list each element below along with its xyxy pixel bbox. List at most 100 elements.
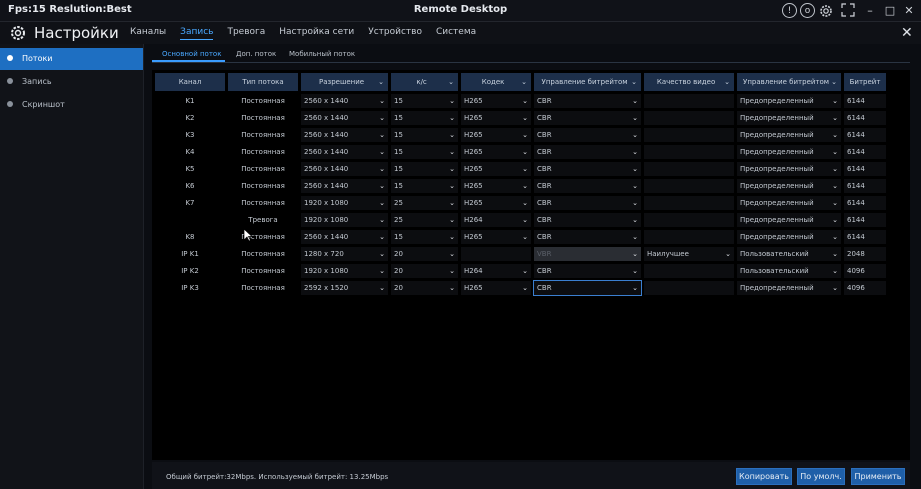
cell-fps[interactable]: 20 ⌄ xyxy=(391,264,458,278)
cell-bitrate-mode[interactable]: Предопределенный ⌄ xyxy=(737,281,841,295)
tab-substream[interactable]: Доп. поток xyxy=(236,50,276,58)
cell-fps[interactable]: 15 ⌄ xyxy=(391,128,458,142)
cell-fps[interactable]: 25 ⌄ xyxy=(391,196,458,210)
cell-bitrate-ctrl[interactable]: CBR ⌄ xyxy=(534,111,641,125)
cell-resolution[interactable]: 2560 x 1440 ⌄ xyxy=(301,94,388,108)
cell-bitrate-mode[interactable]: Предопределенный ⌄ xyxy=(737,162,841,176)
col-resolution[interactable]: Разрешение ⌄ xyxy=(301,73,388,91)
cell-bitrate-ctrl[interactable]: CBR ⌄ xyxy=(533,280,642,296)
cell-bitrate-mode[interactable]: Предопределенный ⌄ xyxy=(737,128,841,142)
minimize-icon[interactable]: – xyxy=(862,3,878,19)
nav-record[interactable]: Запись xyxy=(180,27,214,40)
settings-gear-icon[interactable] xyxy=(818,3,834,19)
maximize-icon[interactable]: □ xyxy=(882,3,898,19)
nav-system[interactable]: Система xyxy=(436,27,476,40)
cell-resolution[interactable]: 2560 x 1440 ⌄ xyxy=(301,128,388,142)
cell-resolution[interactable]: 1920 x 1080 ⌄ xyxy=(301,264,388,278)
cell-codec[interactable]: H264 ⌄ xyxy=(461,264,531,278)
cell-bitrate[interactable]: 6144 xyxy=(844,230,886,244)
cell-bitrate-mode[interactable]: Предопределенный ⌄ xyxy=(737,145,841,159)
cell-fps[interactable]: 15 ⌄ xyxy=(391,162,458,176)
cell-codec[interactable]: H265 ⌄ xyxy=(461,94,531,108)
cell-bitrate-mode[interactable]: Пользовательский ⌄ xyxy=(737,247,841,261)
cell-codec[interactable]: H265 ⌄ xyxy=(461,281,531,295)
nav-device[interactable]: Устройство xyxy=(368,27,422,40)
cell-resolution[interactable]: 2592 x 1520 ⌄ xyxy=(301,281,388,295)
col-bitrate-control[interactable]: Управление битрейтом ⌄ xyxy=(534,73,641,91)
cell-bitrate[interactable]: 6144 xyxy=(844,94,886,108)
cell-codec[interactable]: H264 ⌄ xyxy=(461,213,531,227)
cell-bitrate[interactable]: 6144 xyxy=(844,213,886,227)
cell-fps[interactable]: 20 ⌄ xyxy=(391,281,458,295)
cell-codec[interactable]: H265 ⌄ xyxy=(461,196,531,210)
cell-bitrate-mode[interactable]: Предопределенный ⌄ xyxy=(737,213,841,227)
cell-bitrate-ctrl[interactable]: CBR ⌄ xyxy=(534,213,641,227)
cell-bitrate-mode[interactable]: Предопределенный ⌄ xyxy=(737,196,841,210)
tab-mainstream[interactable]: Основной поток xyxy=(162,50,221,58)
cell-fps[interactable]: 15 ⌄ xyxy=(391,94,458,108)
apply-button[interactable]: Применить xyxy=(851,468,905,485)
cell-bitrate-mode[interactable]: Предопределенный ⌄ xyxy=(737,179,841,193)
cell-bitrate[interactable]: 6144 xyxy=(844,196,886,210)
cell-codec[interactable]: H265 ⌄ xyxy=(461,111,531,125)
cell-resolution[interactable]: 1920 x 1080 ⌄ xyxy=(301,213,388,227)
cell-bitrate[interactable]: 6144 xyxy=(844,179,886,193)
cell-codec[interactable]: H265 ⌄ xyxy=(461,162,531,176)
cell-fps[interactable]: 15 ⌄ xyxy=(391,179,458,193)
keyboard-icon[interactable]: o xyxy=(800,3,815,18)
cell-bitrate-ctrl[interactable]: CBR ⌄ xyxy=(534,162,641,176)
cell-bitrate-ctrl[interactable]: CBR ⌄ xyxy=(534,196,641,210)
sidebar-item-snapshot[interactable]: Скриншот xyxy=(0,94,143,116)
default-button[interactable]: По умолч. xyxy=(797,468,845,485)
tab-mobile-stream[interactable]: Мобильный поток xyxy=(289,50,355,58)
cell-bitrate-ctrl[interactable]: VBR ⌄ xyxy=(534,247,641,261)
cell-resolution[interactable]: 2560 x 1440 ⌄ xyxy=(301,230,388,244)
cell-bitrate-ctrl[interactable]: CBR ⌄ xyxy=(534,128,641,142)
cell-bitrate-ctrl[interactable]: CBR ⌄ xyxy=(534,145,641,159)
cell-fps[interactable]: 20 ⌄ xyxy=(391,247,458,261)
nav-alarm[interactable]: Тревога xyxy=(227,27,265,40)
cell-fps[interactable]: 15 ⌄ xyxy=(391,230,458,244)
cell-bitrate-ctrl[interactable]: CBR ⌄ xyxy=(534,94,641,108)
cell-resolution[interactable]: 2560 x 1440 ⌄ xyxy=(301,162,388,176)
cell-bitrate-mode[interactable]: Предопределенный ⌄ xyxy=(737,230,841,244)
cell-fps[interactable]: 15 ⌄ xyxy=(391,145,458,159)
cell-bitrate[interactable]: 6144 xyxy=(844,111,886,125)
cell-fps[interactable]: 15 ⌄ xyxy=(391,111,458,125)
cell-bitrate[interactable]: 6144 xyxy=(844,145,886,159)
cell-codec[interactable]: H265 ⌄ xyxy=(461,145,531,159)
info-icon[interactable]: ! xyxy=(782,3,797,18)
cell-codec[interactable]: H265 ⌄ xyxy=(461,128,531,142)
cell-codec[interactable]: H265 ⌄ xyxy=(461,179,531,193)
cell-bitrate-ctrl[interactable]: CBR ⌄ xyxy=(534,179,641,193)
window-close-icon[interactable]: ✕ xyxy=(901,3,917,19)
cell-resolution[interactable]: 2560 x 1440 ⌄ xyxy=(301,111,388,125)
fullscreen-icon[interactable] xyxy=(840,3,856,19)
cell-resolution[interactable]: 1920 x 1080 ⌄ xyxy=(301,196,388,210)
cell-bitrate[interactable]: 4096 xyxy=(844,264,886,278)
cell-bitrate[interactable]: 2048 xyxy=(844,247,886,261)
cell-resolution[interactable]: 2560 x 1440 ⌄ xyxy=(301,179,388,193)
cell-bitrate[interactable]: 6144 xyxy=(844,128,886,142)
col-codec[interactable]: Кодек ⌄ xyxy=(461,73,531,91)
copy-button[interactable]: Копировать xyxy=(736,468,792,485)
cell-codec[interactable]: H265 ⌄ xyxy=(461,230,531,244)
close-icon[interactable]: ✕ xyxy=(901,25,913,41)
nav-network[interactable]: Настройка сети xyxy=(279,27,354,40)
cell-bitrate[interactable]: 6144 xyxy=(844,162,886,176)
col-video-quality[interactable]: Качество видео ⌄ xyxy=(644,73,734,91)
cell-quality[interactable]: Наилучшее ⌄ xyxy=(644,247,734,261)
cell-resolution[interactable]: 1280 x 720 ⌄ xyxy=(301,247,388,261)
col-fps[interactable]: к/с ⌄ xyxy=(391,73,458,91)
col-bitrate-mode[interactable]: Управление битрейтом ⌄ xyxy=(737,73,841,91)
cell-resolution[interactable]: 2560 x 1440 ⌄ xyxy=(301,145,388,159)
nav-channels[interactable]: Каналы xyxy=(130,27,166,40)
cell-bitrate-mode[interactable]: Пользовательский ⌄ xyxy=(737,264,841,278)
cell-bitrate[interactable]: 4096 xyxy=(844,281,886,295)
cell-bitrate-mode[interactable]: Предопределенный ⌄ xyxy=(737,94,841,108)
cell-fps[interactable]: 25 ⌄ xyxy=(391,213,458,227)
sidebar-item-streams[interactable]: Потоки xyxy=(0,48,143,70)
cell-bitrate-mode[interactable]: Предопределенный ⌄ xyxy=(737,111,841,125)
sidebar-item-record[interactable]: Запись xyxy=(0,71,143,93)
cell-bitrate-ctrl[interactable]: CBR ⌄ xyxy=(534,264,641,278)
